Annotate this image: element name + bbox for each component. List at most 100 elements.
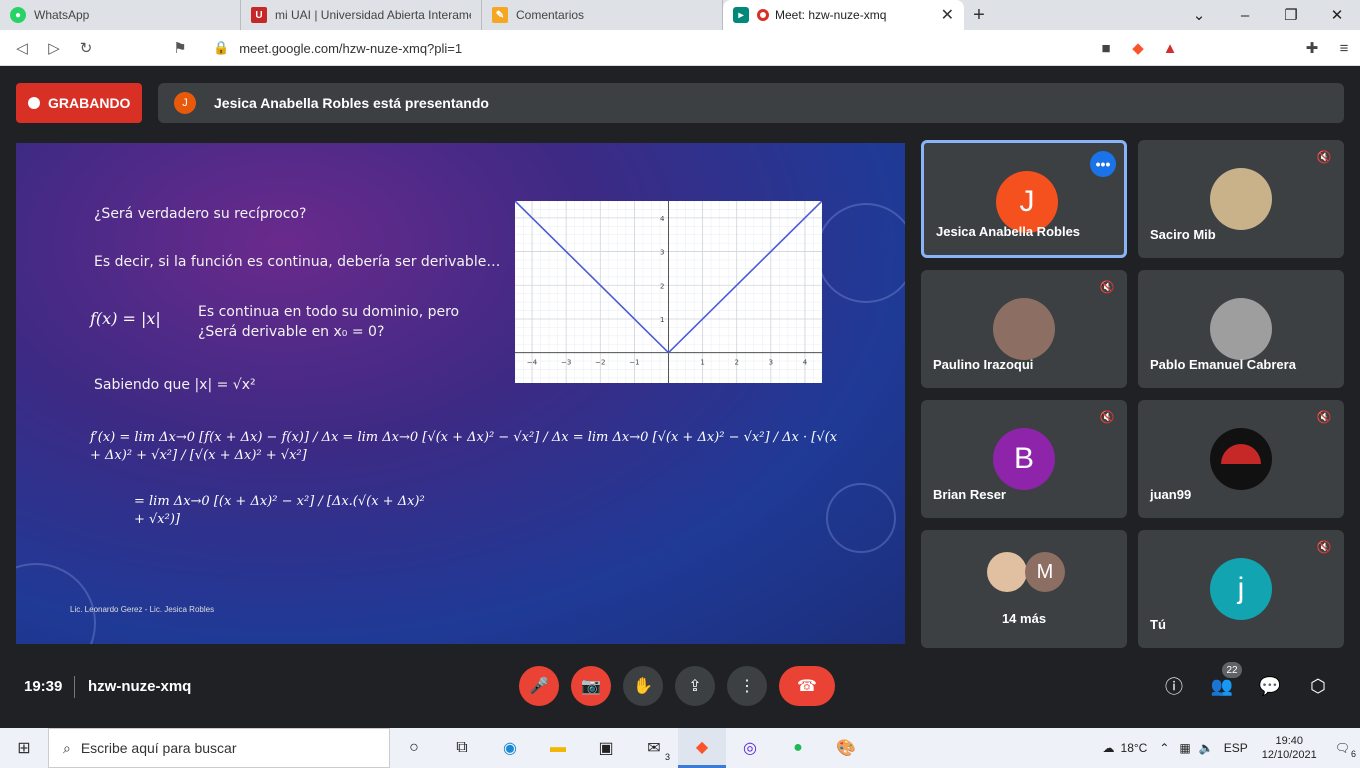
maximize-button[interactable]: ❐ [1268, 0, 1314, 30]
weather-icon[interactable]: ☁ [1103, 741, 1115, 755]
raise-hand-button[interactable]: ✋ [623, 666, 663, 706]
forward-button[interactable]: ▷ [38, 32, 70, 64]
paint-icon[interactable]: 🎨 [822, 728, 870, 768]
presenting-banner: J Jesica Anabella Robles está presentand… [158, 83, 1344, 123]
search-icon: ⌕ [63, 739, 71, 756]
close-tab-icon[interactable]: ✕ [941, 5, 954, 25]
y-tick-label: 2 [660, 282, 664, 290]
recording-icon [757, 9, 769, 21]
volume-icon[interactable]: 🔈 [1199, 741, 1214, 755]
avatar [1210, 428, 1272, 490]
x-tick-label: 1 [700, 359, 704, 367]
edge-icon[interactable]: ◉ [486, 728, 534, 768]
avatar: B [993, 428, 1055, 490]
clock-date: 12/10/2021 [1261, 749, 1317, 761]
tab-label: Meet: hzw-nuze-xmq [775, 8, 887, 22]
network-icon[interactable]: ▦ [1179, 741, 1190, 755]
mic-off-icon: 🔇 [1316, 150, 1332, 164]
taskbar-search[interactable]: ⌕ Escribe aquí para buscar [48, 728, 390, 768]
mic-off-icon: 🔇 [1099, 280, 1115, 294]
x-tick-label: −1 [629, 359, 639, 367]
tab-uai[interactable]: U mi UAI | Universidad Abierta Interame [241, 0, 482, 30]
camera-toggle-button[interactable]: 📷 [571, 666, 611, 706]
presentation-slide: ¿Será verdadero su recíproco? Es decir, … [16, 143, 905, 644]
info-icon[interactable]: ⓘ [1158, 670, 1190, 702]
recording-badge: GRABANDO [16, 83, 142, 123]
avatar [1210, 298, 1272, 360]
browser-actions: ■ ◆ ▲ ✚ ≡ [1090, 30, 1360, 66]
clock[interactable]: 19:40 12/10/2021 [1262, 734, 1317, 762]
present-button[interactable]: ⇪ [675, 666, 715, 706]
participant-tile-brian[interactable]: 🔇 B Brian Reser [921, 400, 1127, 518]
participant-tile-more[interactable]: M 14 más [921, 530, 1127, 648]
avatar [987, 552, 1027, 592]
tab-meet[interactable]: ▸ Meet: hzw-nuze-xmq ✕ [723, 0, 964, 30]
notifications-icon[interactable]: 🗨 6 [1335, 741, 1356, 759]
people-count-badge: 22 [1222, 662, 1242, 678]
participant-name: Paulino Irazoqui [933, 357, 1034, 372]
leave-call-button[interactable]: ☎ [779, 666, 835, 706]
slide-equation-2: = lim Δx→0 [(x + Δx)² − x²] / [Δx.(√(x +… [134, 494, 425, 527]
minimize-button[interactable]: – [1222, 0, 1268, 30]
participant-name: Pablo Emanuel Cabrera [1150, 357, 1296, 372]
file-explorer-icon[interactable]: ▬ [534, 728, 582, 768]
brave-icon[interactable]: ◆ [678, 728, 726, 768]
camera-icon[interactable]: ■ [1090, 40, 1122, 57]
task-view-icon[interactable]: ⧉ [438, 728, 486, 768]
slide-line-2: Es decir, si la función es continua, deb… [94, 254, 501, 270]
x-tick-label: 2 [734, 359, 738, 367]
keyboard-language[interactable]: ESP [1224, 741, 1248, 755]
participant-tile-paulino[interactable]: 🔇 Paulino Irazoqui [921, 270, 1127, 388]
slide-line-3a: Es continua en todo su dominio, pero [198, 304, 460, 320]
participant-tile-pablo[interactable]: Pablo Emanuel Cabrera [1138, 270, 1344, 388]
tab-label: mi UAI | Universidad Abierta Interame [275, 8, 471, 22]
url-field[interactable]: 🔒 meet.google.com/hzw-nuze-xmq?pli=1 [205, 34, 1155, 62]
close-window-button[interactable]: ✕ [1314, 0, 1360, 30]
notif-count: 6 [1350, 749, 1356, 759]
brave-rewards-icon[interactable]: ▲ [1154, 40, 1186, 57]
mic-off-icon: 🔇 [1316, 540, 1332, 554]
back-button[interactable]: ◁ [6, 32, 38, 64]
tab-whatsapp[interactable]: ● WhatsApp [0, 0, 241, 30]
avatar [993, 298, 1055, 360]
x-tick-label: 4 [803, 359, 808, 367]
y-tick-label: 1 [660, 316, 664, 324]
tab-search-icon[interactable]: ⌄ [1176, 0, 1222, 30]
chrome-icon[interactable]: ◎ [726, 728, 774, 768]
tray-expand-icon[interactable]: ⌃ [1159, 741, 1169, 755]
more-participants: 14 más [1001, 611, 1047, 626]
mic-toggle-button[interactable]: 🎤 [519, 666, 559, 706]
x-tick-label: −2 [595, 359, 605, 367]
chat-icon[interactable]: 💬 [1254, 670, 1286, 702]
avatar [1210, 168, 1272, 230]
uai-icon: U [251, 7, 267, 23]
participant-tile-jesica[interactable]: ••• J Jesica Anabella Robles [921, 140, 1127, 258]
more-options-button[interactable]: ⋮ [727, 666, 767, 706]
new-tab-button[interactable]: + [964, 0, 994, 30]
windows-start-icon[interactable]: ⊞ [0, 728, 48, 768]
recording-dot-icon [28, 97, 40, 109]
browser-tab-bar: ● WhatsApp U mi UAI | Universidad Abiert… [0, 0, 1360, 30]
spotify-icon[interactable]: ● [774, 728, 822, 768]
store-icon[interactable]: ▣ [582, 728, 630, 768]
participant-name: Saciro Mib [1150, 227, 1216, 242]
brave-shield-icon[interactable]: ◆ [1122, 39, 1154, 57]
abs-value-chart: −4 −3 −2 −1 1 2 3 4 1 2 3 4 [514, 200, 823, 383]
meeting-code: hzw-nuze-xmq [88, 678, 192, 695]
activities-icon[interactable]: ⬡ [1302, 670, 1334, 702]
participant-tile-self[interactable]: 🔇 j Tú [1138, 530, 1344, 648]
bookmark-icon[interactable]: ⚑ [164, 32, 196, 64]
mail-icon[interactable]: ✉ 3 [630, 728, 678, 768]
more-options-icon[interactable]: ••• [1090, 151, 1116, 177]
slide-equation-1: f′(x) = lim Δx→0 [f(x + Δx) − f(x)] / Δx… [90, 430, 838, 463]
extensions-icon[interactable]: ✚ [1296, 39, 1328, 57]
reload-button[interactable]: ↻ [70, 32, 102, 64]
recording-label: GRABANDO [48, 95, 131, 111]
menu-icon[interactable]: ≡ [1328, 40, 1360, 57]
decorative-circle [826, 483, 896, 553]
tab-comentarios[interactable]: ✎ Comentarios [482, 0, 723, 30]
participant-tile-juan99[interactable]: 🔇 juan99 [1138, 400, 1344, 518]
participant-tile-saciro[interactable]: 🔇 Saciro Mib [1138, 140, 1344, 258]
cortana-icon[interactable]: ○ [390, 728, 438, 768]
lock-icon: 🔒 [213, 40, 230, 55]
